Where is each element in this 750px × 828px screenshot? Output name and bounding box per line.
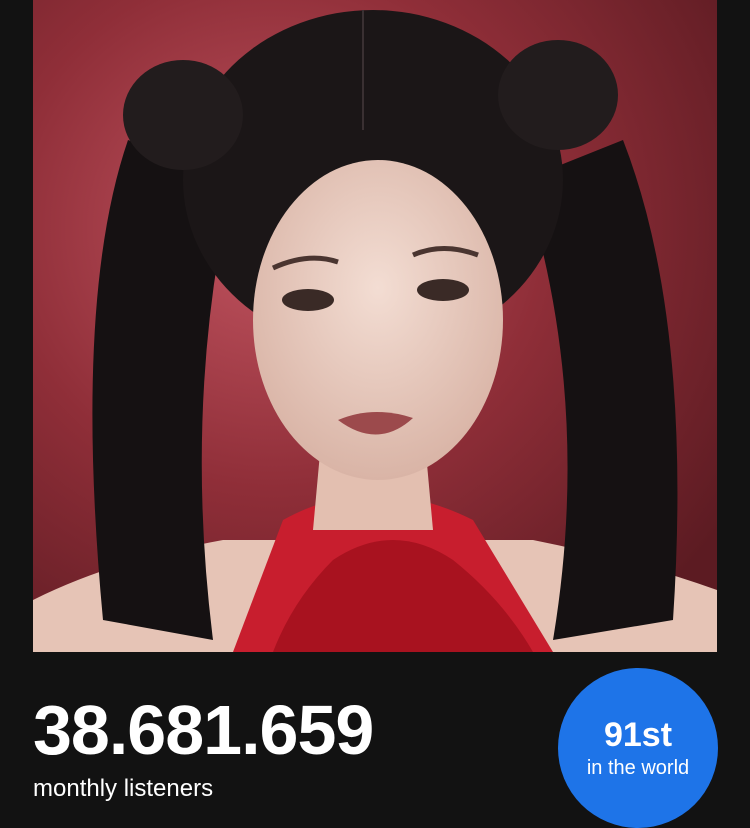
world-rank-caption: in the world xyxy=(586,757,690,779)
artist-stats-card: 38.681.659 monthly listeners 91st in the… xyxy=(0,0,750,828)
monthly-listeners-label: monthly listeners xyxy=(33,775,214,802)
world-rank-badge: 91st in the world xyxy=(558,668,718,828)
artist-portrait-image xyxy=(33,0,717,652)
monthly-listeners-count: 38.681.659 xyxy=(33,691,374,769)
listener-stats: 38.681.659 monthly listeners xyxy=(33,690,533,804)
world-rank-value: 91st xyxy=(603,716,673,754)
artist-photo xyxy=(33,0,717,652)
